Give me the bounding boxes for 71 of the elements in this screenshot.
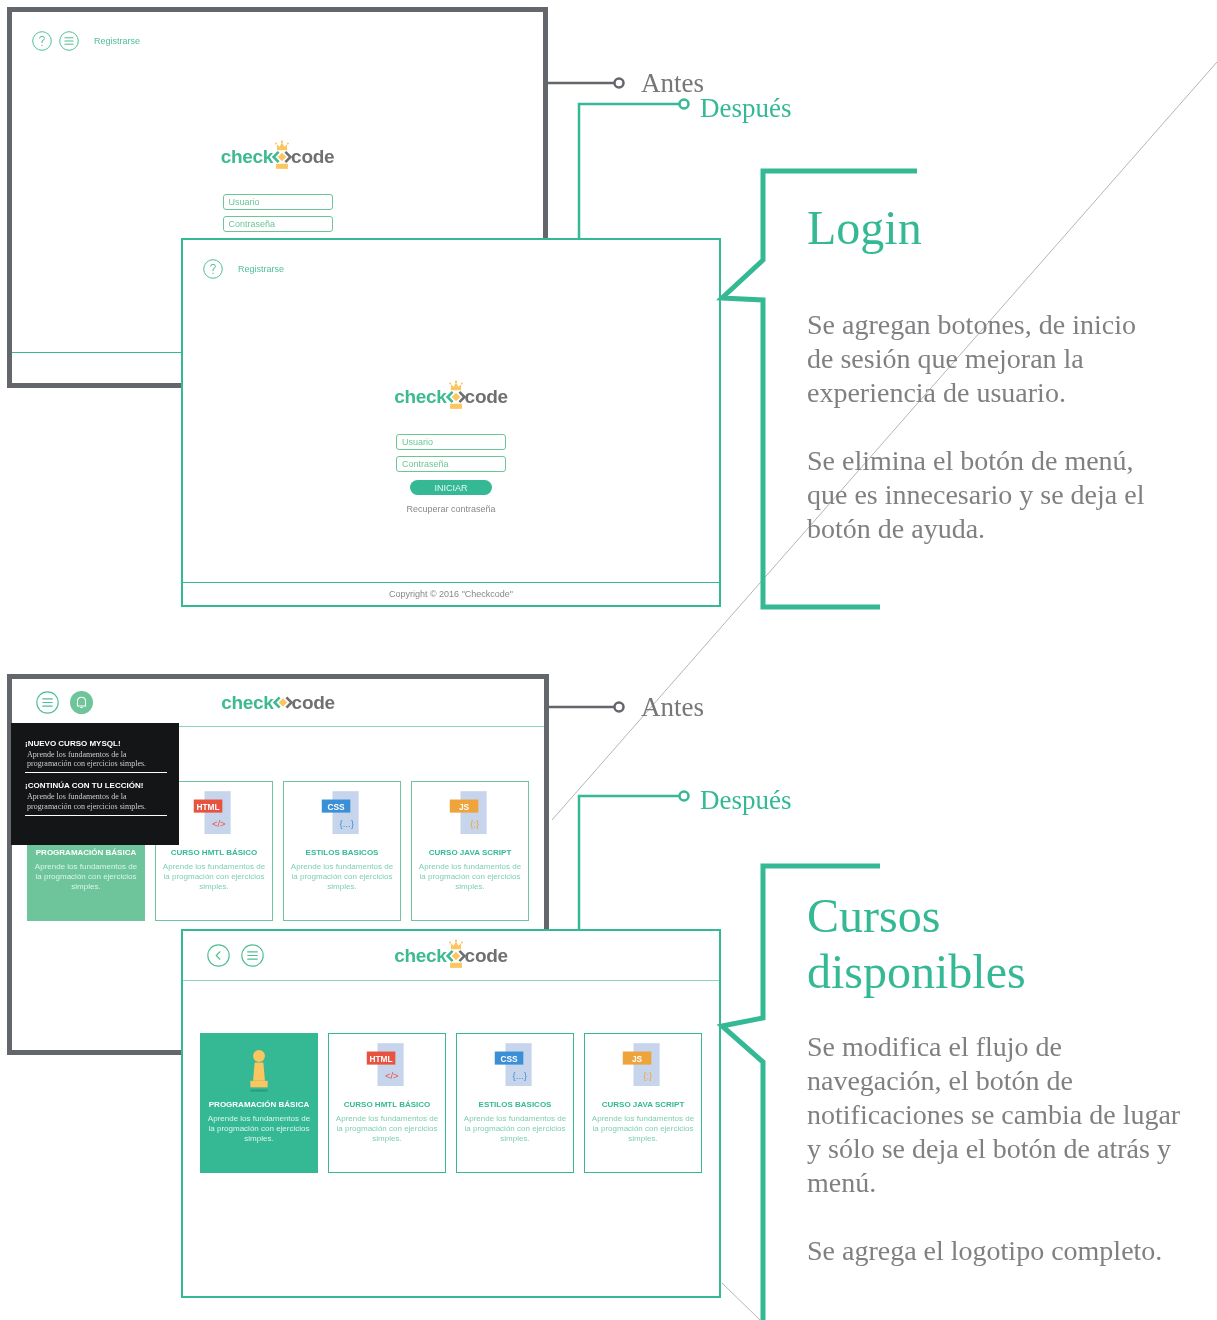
bell-icon[interactable] [70,691,93,714]
course-title: CURSO HMTL BÁSICO [170,848,258,857]
input-field[interactable]: Contraseña [396,456,506,472]
course-card[interactable]: HTML </> CURSO HMTL BÁSICO Aprende los fundamentos de la progmación con ejercicios simples. [155,781,273,921]
course-card[interactable]: CSS {...} ESTILOS BASICOS Aprende los fundamentos de la progmación con ejercicios simples. [456,1033,574,1173]
description-text: Se elimina el botón de menú, que es innecesario y se deja el botón de ayuda. [807,444,1146,546]
file-badge: JS [622,1051,652,1065]
course-description: Aprende los fundamentos de la progmación con ejercicios simples. [162,862,266,892]
logo-text: code [464,944,508,967]
code-symbol: {;} [470,817,480,829]
course-card[interactable]: JS {;} CURSO JAVA SCRIPT Aprende los fundamentos de la progmación con ejercicios simples. [584,1033,702,1173]
input-field[interactable]: Contraseña [222,216,333,232]
course-description: Aprende los fundamentos de la progmación con ejercicios simples. [591,1114,695,1144]
course-card[interactable]: JS {;} CURSO JAVA SCRIPT Aprende los fundamentos de la progmación con ejercicios simples. [411,781,529,921]
code-symbol: {;} [643,1069,653,1081]
course-title: ESTILOS BASICOS [305,848,379,857]
course-description: Aprende los fundamentos de la progmación con ejercicios simples. [418,862,522,892]
course-description: Aprende los fundamentos de la progmación con ejercicios simples. [335,1114,439,1144]
logo-text: code [291,691,335,714]
course-title: PROGRAMACIÓN BÁSICA [208,1100,310,1109]
course-title: ESTILOS BASICOS [478,1100,552,1109]
notification-title[interactable]: ¡NUEVO CURSO MYSQL! [25,739,167,748]
file-badge: CSS [321,799,351,813]
code-symbol: </> [384,1069,399,1081]
code-symbol: {...} [339,817,354,829]
course-title: CURSO HMTL BÁSICO [343,1100,431,1109]
menu-icon[interactable] [36,691,59,714]
description-text: Se modifica el flujo de navegación, el botón de notificaciones se cambia de lugar y sólo se deja el botón de atrás y menú. [807,1030,1182,1200]
description-text: Se agregan botones, de inicio de sesión que mejoran la experiencia de usuario. [807,308,1137,410]
course-card[interactable]: HTML </> CURSO HMTL BÁSICO Aprende los fundamentos de la progmación con ejercicios simples. [328,1033,446,1173]
logo-text: check [220,146,274,168]
logo-text: check [221,691,274,714]
notification-text: Aprende los fundamentos de la programación con ejercicios simples. [26,750,148,769]
course-card[interactable]: CSS {...} ESTILOS BASICOS Aprende los fundamentos de la progmación con ejercicios simples. [283,781,401,921]
file-badge: CSS [494,1051,524,1065]
file-badge: HTML [193,799,223,813]
course-description: Aprende los fundamentos de la progmación con ejercicios simples. [463,1114,567,1144]
back-icon[interactable] [207,944,230,967]
register-link[interactable]: Registrarse [238,264,284,274]
input-field[interactable]: Usuario [396,434,506,450]
course-title: CURSO JAVA SCRIPT [601,1100,685,1109]
copyright-text: Copyright © 2016 "Checkcode" [388,589,514,599]
course-title: CURSO JAVA SCRIPT [428,848,512,857]
recover-password-link[interactable]: Recuperar contraseña [406,504,496,514]
section-title: Login [807,200,923,256]
help-icon[interactable] [203,259,223,279]
course-card[interactable]: PROGRAMACIÓN BÁSICA Aprende los fundamentos de la progmación con ejercicios simples. [200,1033,318,1173]
section-title: Cursos disponibles [807,888,1027,1000]
file-badge: HTML [366,1051,396,1065]
logo-text: code [291,146,335,168]
course-title: PROGRAMACIÓN BÁSICA [35,848,137,857]
course-description: Aprende los fundamentos de la progmación con ejercicios simples. [207,1114,311,1144]
register-link[interactable]: Registrarse [94,36,140,46]
login-button[interactable]: INICIAR [410,480,492,495]
menu-icon[interactable] [59,31,79,51]
logo-text: code [464,386,508,408]
guide-line [721,1282,761,1320]
help-icon[interactable] [32,31,52,51]
course-description: Aprende los fundamentos de la progmación con ejercicios simples. [34,862,138,892]
logo-text: check [394,944,447,967]
code-symbol: </> [211,817,226,829]
input-field[interactable]: Usuario [222,194,333,210]
after-label: Después [700,784,792,816]
logo-text: check [394,386,447,408]
file-badge: JS [449,799,479,813]
notification-text: Aprende los fundamentos de la programación con ejercicios simples. [26,792,148,811]
code-symbol: {...} [512,1069,527,1081]
description-text: Se agrega el logotipo completo. [807,1234,1164,1268]
menu-icon[interactable] [241,944,264,967]
before-label: Antes [641,691,704,723]
course-description: Aprende los fundamentos de la progmación con ejercicios simples. [290,862,394,892]
